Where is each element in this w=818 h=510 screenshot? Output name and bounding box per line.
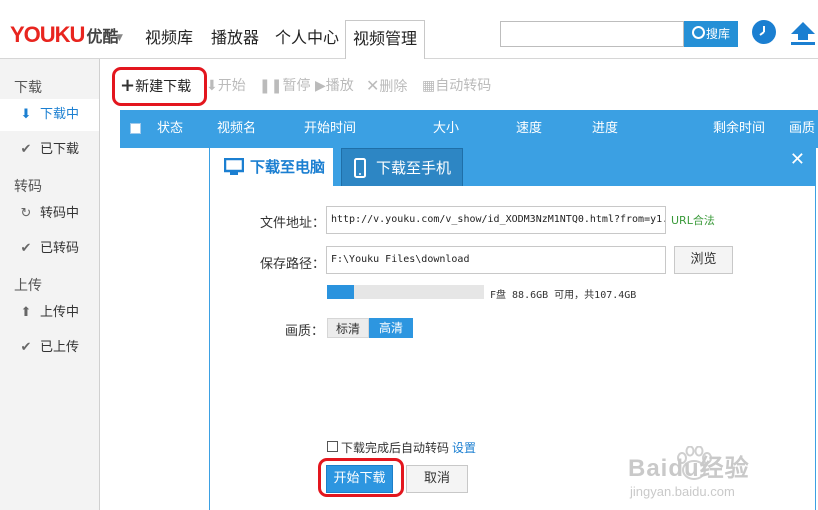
check-icon: ✔ [20,340,32,355]
auto-transcode-checkbox-label[interactable]: 下载完成后自动转码 [341,439,449,456]
sidebar-section-upload: 上传 [14,278,42,294]
sidebar-item-transcoded[interactable]: ✔ 已转码 [0,233,99,265]
check-icon: ✔ [20,142,32,157]
monitor-icon [224,158,244,175]
phone-icon [354,158,366,178]
top-bar: YOUKU 优酷 ▼ 视频库 播放器 个人中心 视频管理 搜库 [0,0,818,59]
sidebar-item-uploaded[interactable]: ✔ 已上传 [0,332,99,364]
tab-download-to-phone[interactable]: 下载至手机 [341,148,463,186]
tab-phone-label: 下载至手机 [376,159,452,177]
path-label: 保存路径： [260,257,326,272]
logo-text: YOUKU [10,22,85,47]
nav-tab-personal-center[interactable]: 个人中心 [269,20,345,58]
sidebar-item-transcoding[interactable]: ↻ 转码中 [0,198,99,230]
upload-icon[interactable] [790,20,816,46]
start-icon: ⬇ [206,78,218,94]
play-label: 播放 [325,78,354,94]
upload-arrow-icon: ⬆ [20,305,32,320]
sidebar-item-downloaded[interactable]: ✔ 已下载 [0,134,99,166]
new-download-label: 新建下载 [135,79,192,95]
watermark-url: jingyan.baidu.com [630,484,735,499]
watermark-text: Baidu经验 [628,455,750,482]
tab-download-to-pc[interactable]: 下载至电脑 [210,148,333,186]
column-status[interactable]: 状态 [157,110,183,148]
sidebar-item-downloading[interactable]: ⬇ 下载中 [0,99,99,131]
search-button-label: 搜库 [705,27,730,41]
select-all-checkbox[interactable] [130,123,141,134]
search-icon [691,26,705,39]
pause-button[interactable]: ❚❚暂停 [259,74,310,98]
check-icon: ✔ [20,241,32,256]
auto-transcode-checkbox[interactable] [327,441,338,452]
sidebar-item-label: 已上传 [40,340,80,355]
delete-icon: ✕ [366,76,380,95]
search-input[interactable] [500,21,684,47]
quality-option-hd[interactable]: 高清 [369,318,413,338]
tab-pc-label: 下载至电脑 [250,158,326,176]
url-valid-status: URL合法 [671,214,715,227]
sidebar-section-transcode: 转码 [14,179,42,195]
browse-button[interactable]: 浏览 [674,246,733,274]
sidebar: 下载 ⬇ 下载中 ✔ 已下载 转码 ↻ 转码中 ✔ 已转码 上传 ⬆ 上传中 ✔… [0,59,100,510]
clock-icon[interactable] [752,20,776,44]
logo-dropdown-icon[interactable]: ▼ [116,33,123,43]
close-icon[interactable]: ✕ [790,151,805,169]
disk-space-info: F盘 88.6GB 可用，共107.4GB [490,290,637,301]
start-button[interactable]: ⬇开始 [206,74,246,98]
start-download-button[interactable]: 开始下载 [326,465,393,493]
youku-logo[interactable]: YOUKU 优酷 [10,24,118,49]
pause-icon: ❚❚ [259,78,283,94]
url-input[interactable]: http://v.youku.com/v_show/id_XODM3NzM1NT… [326,206,666,234]
save-path-input[interactable]: F:\Youku Files\download [326,246,666,274]
cancel-button[interactable]: 取消 [406,465,468,493]
settings-link[interactable]: 设置 [452,439,476,456]
sidebar-section-download: 下载 [14,80,42,96]
auto-transcode-label: 自动转码 [435,78,492,94]
sidebar-item-label: 已下载 [40,142,80,157]
download-arrow-icon: ⬇ [20,107,32,122]
sidebar-item-label: 上传中 [40,305,80,320]
new-download-button[interactable]: +新建下载 [120,74,191,98]
delete-button[interactable]: ✕删除 [366,74,407,98]
sidebar-item-label: 下载中 [40,107,80,122]
sidebar-item-label: 转码中 [40,206,80,221]
plus-icon: + [120,75,136,96]
baidu-jingyan-watermark: Baidu经验 jingyan.baidu.com [628,440,818,510]
sidebar-item-label: 已转码 [40,241,80,256]
nav-tab-video-manager[interactable]: 视频管理 [345,20,425,59]
film-icon: ▦ [422,78,436,94]
pause-label: 暂停 [282,78,311,94]
disk-usage-fill [327,285,355,299]
disk-usage-bar [327,285,484,299]
refresh-icon: ↻ [20,206,32,221]
logo-cn: 优酷 [86,29,119,46]
nav-tab-video-library[interactable]: 视频库 [137,20,201,58]
search-button[interactable]: 搜库 [684,21,738,47]
start-label: 开始 [217,78,246,94]
play-icon: ▶ [315,78,326,94]
quality-option-sd[interactable]: 标清 [327,318,369,338]
nav-tab-player[interactable]: 播放器 [203,20,267,58]
dialog-header: 下载至电脑 下载至手机 ✕ [210,141,815,186]
sidebar-item-uploading[interactable]: ⬆ 上传中 [0,297,99,329]
delete-label: 删除 [379,79,408,95]
url-label: 文件地址： [260,216,326,231]
quality-label: 画质： [285,324,325,339]
play-button[interactable]: ▶播放 [315,74,354,98]
auto-transcode-button[interactable]: ▦自动转码 [422,74,491,98]
